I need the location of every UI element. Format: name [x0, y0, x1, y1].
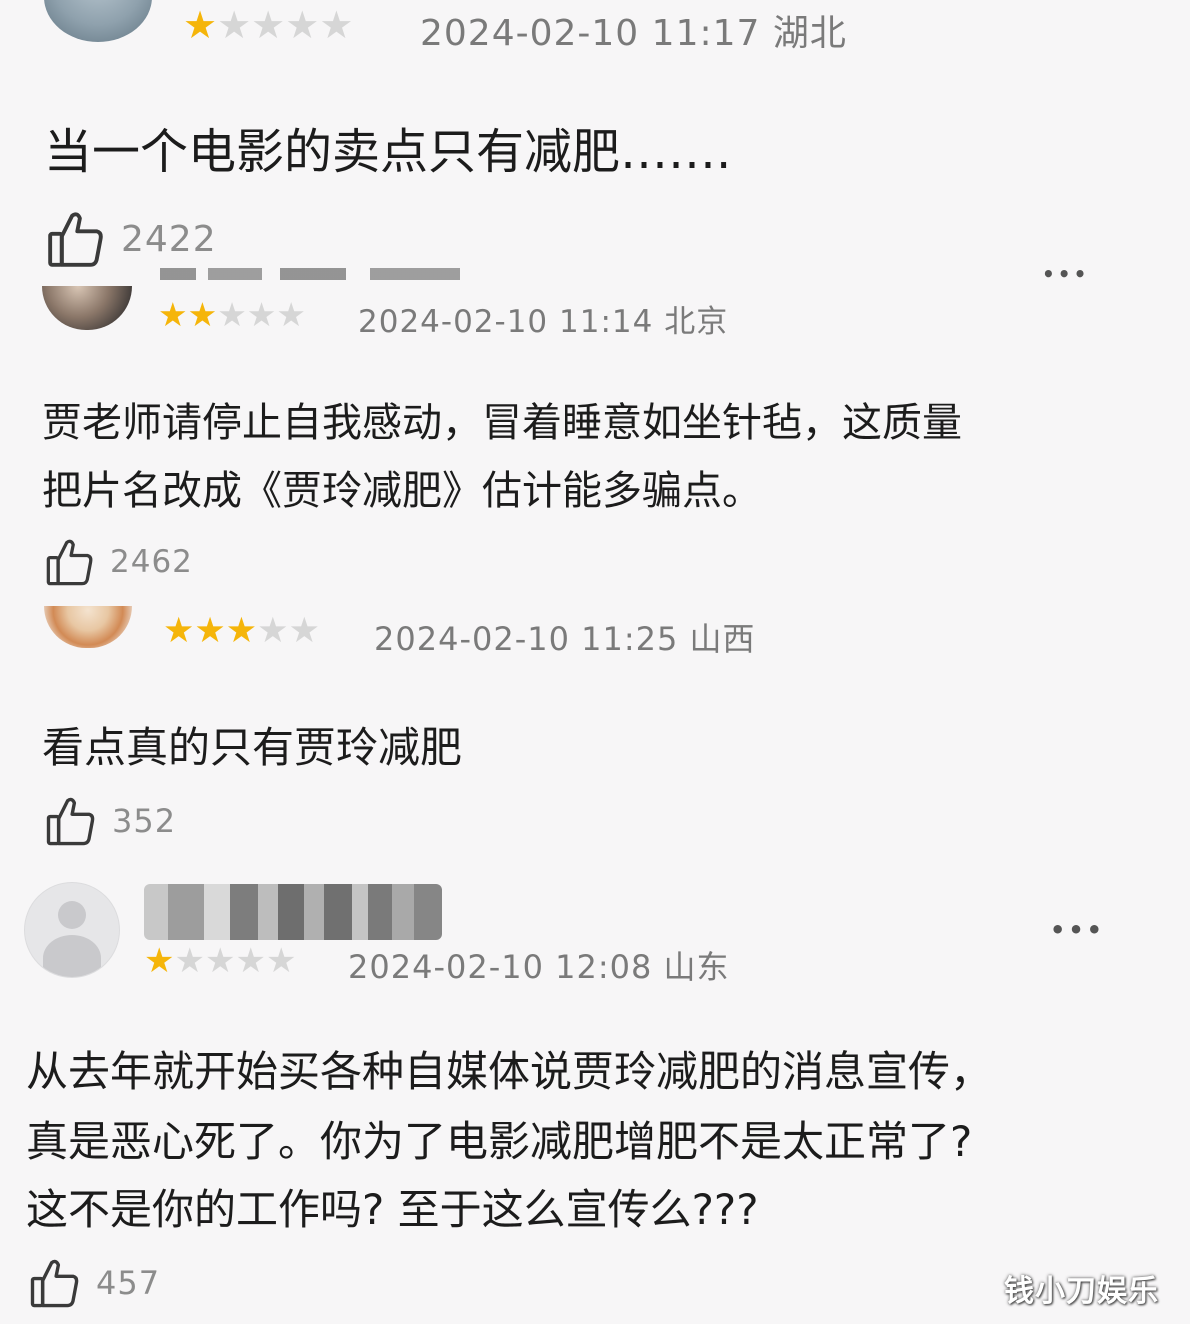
star-filled-icon: ★ [158, 295, 188, 334]
comment-meta: 2024-02-10 11:14 北京 [358, 296, 728, 341]
star-rating: ★ ★ ★ ★ ★ [144, 944, 296, 978]
comment-region: 湖北 [772, 13, 847, 54]
star-rating: ★ ★ ★ ★ ★ [158, 298, 306, 331]
comment-text: 贾老师请停止自我感动，冒着睡意如坐针毡，这质量 [42, 400, 962, 446]
star-empty-icon: ★ [174, 941, 205, 981]
cropped-username [160, 268, 480, 290]
star-empty-icon: ★ [285, 3, 320, 47]
star-empty-icon: ★ [217, 3, 252, 47]
comment-text: 这不是你的工作吗? 至于这么宣传么??? [26, 1185, 759, 1234]
star-filled-icon: ★ [225, 611, 258, 651]
star-empty-icon: ★ [276, 295, 306, 334]
blurred-username [144, 884, 442, 940]
watermark: 钱小刀娱乐 [1004, 1274, 1159, 1309]
comment-text: 从去年就开始买各种自媒体说贾玲减肥的消息宣传， [26, 1047, 993, 1096]
star-empty-icon: ★ [288, 611, 320, 651]
more-dots-icon[interactable]: ••• [1050, 916, 1105, 944]
like-count: 2462 [110, 544, 193, 580]
avatar[interactable] [44, 606, 132, 648]
comment-text: 真是恶心死了。你为了电影减肥增肥不是太正常了? [26, 1117, 973, 1166]
like-button[interactable]: 2462 [44, 536, 193, 588]
avatar[interactable] [24, 882, 120, 978]
avatar[interactable] [44, 0, 152, 42]
star-empty-icon: ★ [246, 295, 277, 334]
thumbs-up-icon [44, 536, 96, 588]
star-filled-icon: ★ [187, 295, 218, 334]
comment-region: 北京 [664, 304, 729, 340]
thumbs-up-icon [45, 208, 107, 270]
thumbs-up-icon [44, 794, 98, 848]
comment-meta: 2024-02-10 11:25 山西 [374, 614, 756, 660]
comment-date: 2024-02-10 11:25 [374, 620, 679, 658]
comment-text: 看点真的只有贾玲减肥 [42, 723, 463, 772]
comment-meta: 2024-02-10 11:17 湖北 [420, 4, 847, 56]
comment-text: 当一个电影的卖点只有减肥……. [44, 124, 732, 180]
like-count: 457 [96, 1264, 161, 1302]
star-empty-icon: ★ [251, 3, 286, 47]
comment-region: 山东 [663, 948, 730, 986]
star-empty-icon: ★ [217, 295, 247, 334]
star-filled-icon: ★ [144, 941, 175, 981]
star-empty-icon: ★ [257, 611, 289, 651]
like-button[interactable]: 352 [44, 794, 176, 848]
star-filled-icon: ★ [163, 611, 195, 651]
star-empty-icon: ★ [204, 941, 236, 981]
star-rating: ★ ★ ★ ★ ★ [183, 6, 353, 44]
avatar[interactable] [42, 286, 132, 330]
like-count: 352 [112, 802, 177, 840]
comment-meta: 2024-02-10 12:08 山东 [348, 942, 730, 988]
comment-text: 把片名改成《贾玲减肥》估计能多骗点。 [42, 468, 762, 514]
comment-date: 2024-02-10 11:17 [420, 13, 761, 54]
star-empty-icon: ★ [319, 3, 354, 47]
comment-date: 2024-02-10 11:14 [358, 304, 654, 340]
star-empty-icon: ★ [235, 941, 266, 981]
comment-region: 山西 [689, 620, 756, 658]
like-count: 2422 [121, 218, 217, 260]
comment-date: 2024-02-10 12:08 [348, 948, 653, 986]
star-filled-icon: ★ [183, 3, 218, 47]
like-button[interactable]: 457 [28, 1256, 160, 1310]
thumbs-up-icon [28, 1256, 82, 1310]
star-filled-icon: ★ [194, 611, 226, 651]
star-rating: ★ ★ ★ ★ ★ [163, 614, 320, 649]
like-button[interactable]: 2422 [45, 208, 217, 270]
more-dots-icon[interactable]: ••• [1042, 262, 1089, 286]
star-empty-icon: ★ [265, 941, 297, 981]
